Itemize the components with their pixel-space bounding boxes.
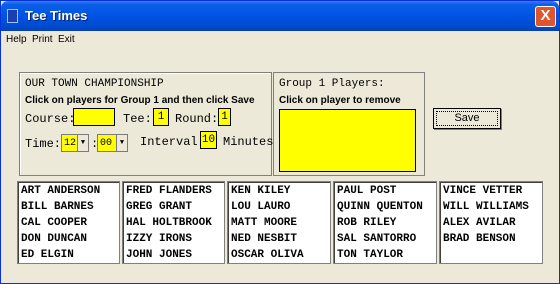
list-item[interactable]: VINCE VETTER	[443, 185, 522, 197]
list-item[interactable]: FRED FLANDERS	[126, 185, 212, 197]
list-item[interactable]: ED ELGIN	[21, 249, 74, 261]
list-item[interactable]: DON DUNCAN	[21, 233, 87, 245]
minute-value: 00	[100, 138, 113, 149]
app-icon	[7, 9, 18, 23]
player-list-5[interactable]: VINCE VETTER WILL WILLIAMS ALEX AVILAR B…	[439, 181, 543, 264]
interval-unit: Minutes	[223, 135, 274, 149]
round-label: Round:	[175, 112, 219, 126]
chevron-down-icon[interactable]: ▼	[77, 135, 88, 151]
list-item[interactable]: HAL HOLTBROOK	[126, 217, 212, 229]
tee-times-window: Tee Times X Help Print Exit OUR TOWN CHA…	[0, 0, 560, 284]
menu-bar: Help Print Exit	[1, 31, 559, 49]
group-player-list[interactable]	[279, 109, 416, 172]
player-list-4[interactable]: PAUL POST QUINN QUENTON ROB RILEY SAL SA…	[333, 181, 437, 264]
list-item[interactable]: NED NESBIT	[231, 233, 297, 245]
list-item[interactable]: BRAD BENSON	[443, 233, 516, 245]
list-item[interactable]: ROB RILEY	[337, 217, 396, 229]
interval-label: Interval:	[140, 135, 205, 149]
hour-dropdown[interactable]: 12 ▼	[61, 134, 89, 152]
list-item[interactable]: PAUL POST	[337, 185, 396, 197]
player-list-2[interactable]: FRED FLANDERS GREG GRANT HAL HOLTBROOK I…	[122, 181, 225, 264]
list-item[interactable]: QUINN QUENTON	[337, 201, 423, 213]
list-item[interactable]: WILL WILLIAMS	[443, 201, 529, 213]
round-field[interactable]: 1	[218, 108, 231, 126]
tee-field[interactable]: 1	[153, 108, 169, 126]
tee-label: Tee:	[123, 112, 152, 126]
hour-value: 12	[64, 138, 77, 149]
time-label: Time:	[25, 137, 62, 151]
setup-instructions: Click on players for Group 1 and then cl…	[25, 95, 255, 106]
group-title: Group 1 Players:	[279, 78, 385, 90]
list-item[interactable]: ART ANDERSON	[21, 185, 100, 197]
save-button[interactable]: Save	[433, 108, 501, 129]
menu-print[interactable]: Print	[32, 34, 53, 45]
list-item[interactable]: CAL COOPER	[21, 217, 87, 229]
chevron-down-icon[interactable]: ▼	[116, 135, 127, 151]
list-item[interactable]: LOU LAURO	[231, 201, 290, 213]
player-list-1[interactable]: ART ANDERSON BILL BARNES CAL COOPER DON …	[17, 181, 120, 264]
list-item[interactable]: MATT MOORE	[231, 217, 297, 229]
course-label: Course:	[25, 112, 76, 126]
list-item[interactable]: TON TAYLOR	[337, 249, 403, 261]
interval-field[interactable]: 10	[200, 131, 217, 149]
list-item[interactable]: BILL BARNES	[21, 201, 94, 213]
list-item[interactable]: OSCAR OLIVA	[231, 249, 304, 261]
championship-title: OUR TOWN CHAMPIONSHIP	[25, 78, 164, 90]
list-item[interactable]: SAL SANTORRO	[337, 233, 416, 245]
player-list-3[interactable]: KEN KILEY LOU LAURO MATT MOORE NED NESBI…	[227, 181, 331, 264]
list-item[interactable]: JOHN JONES	[126, 249, 192, 261]
title-bar[interactable]: Tee Times X	[1, 1, 559, 31]
course-field[interactable]	[73, 108, 115, 126]
group-instructions: Click on player to remove	[279, 95, 401, 106]
list-item[interactable]: IZZY IRONS	[126, 233, 192, 245]
menu-help[interactable]: Help	[6, 34, 27, 45]
list-item[interactable]: GREG GRANT	[126, 201, 192, 213]
menu-exit[interactable]: Exit	[58, 34, 75, 45]
close-button[interactable]: X	[535, 6, 556, 27]
window-title: Tee Times	[25, 8, 88, 23]
list-item[interactable]: KEN KILEY	[231, 185, 290, 197]
minute-dropdown[interactable]: 00 ▼	[97, 134, 128, 152]
list-item[interactable]: ALEX AVILAR	[443, 217, 516, 229]
